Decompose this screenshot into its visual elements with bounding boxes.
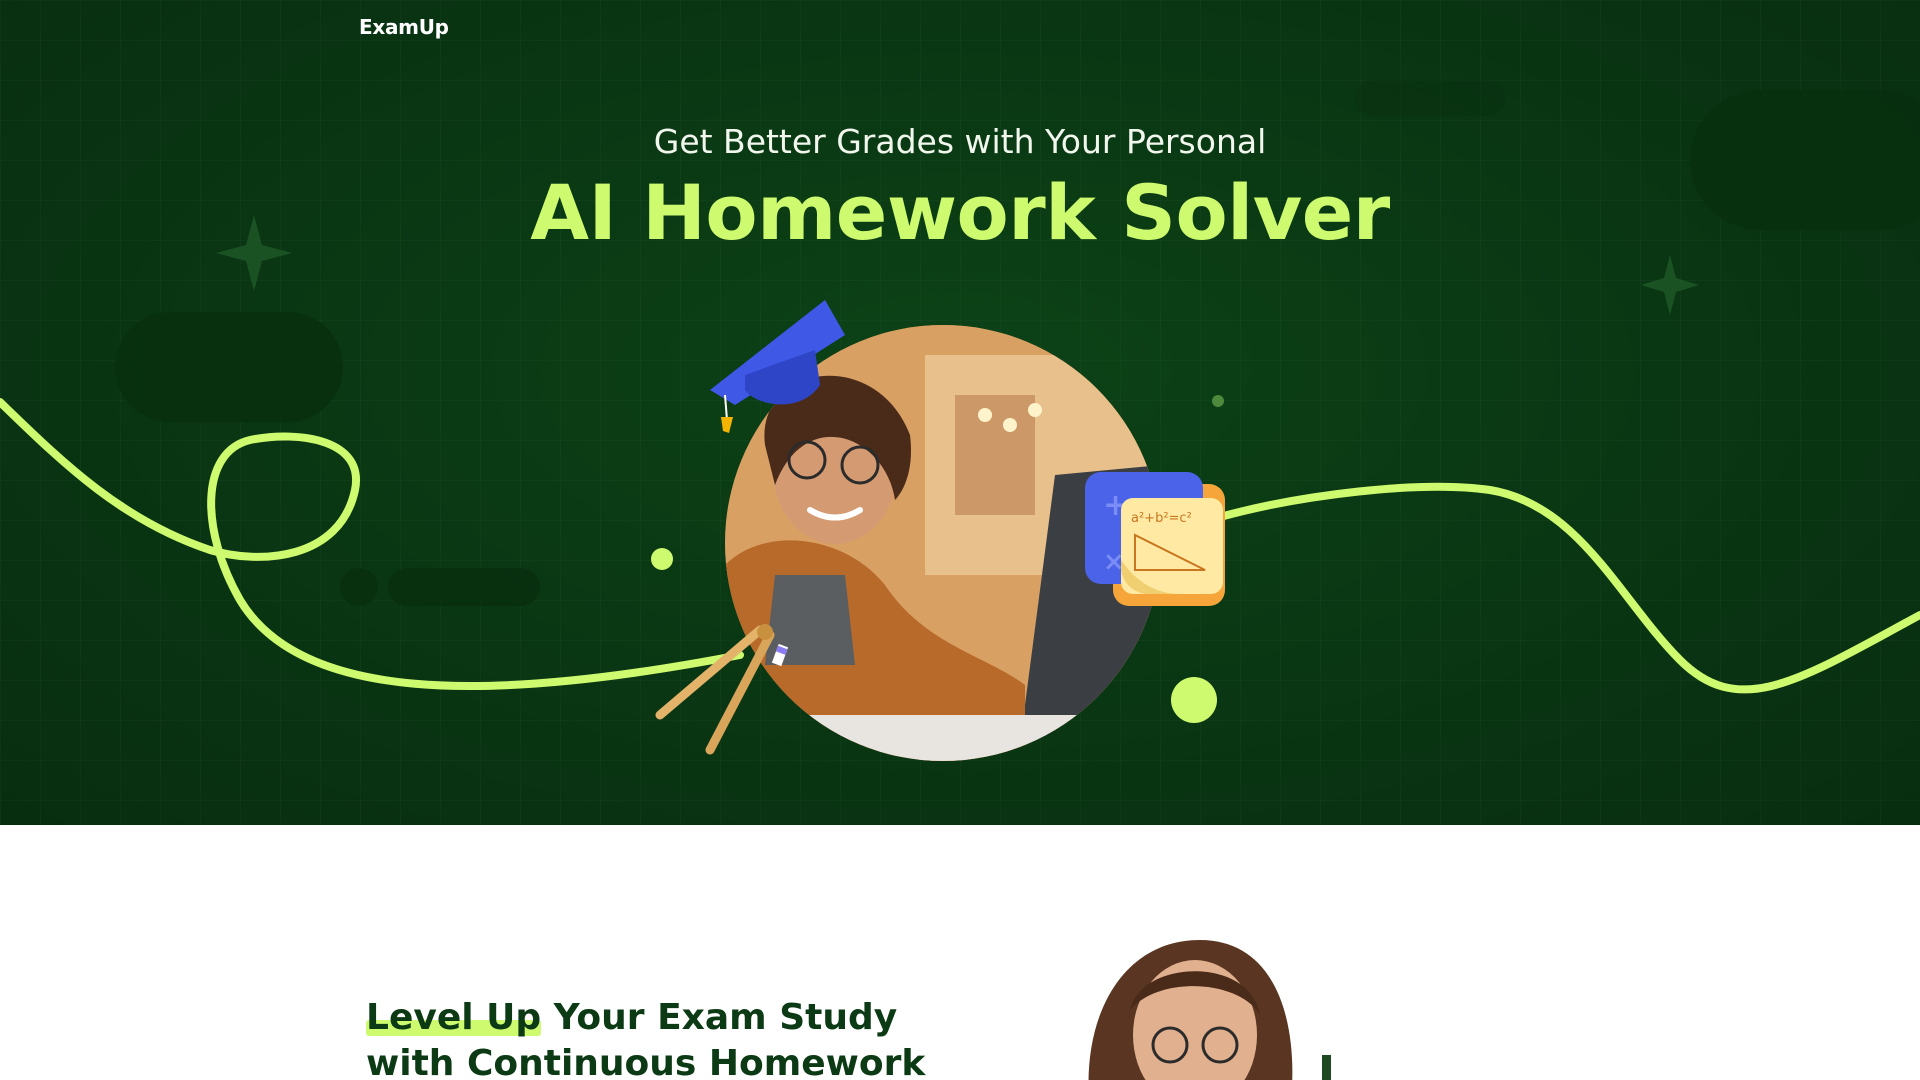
hero-subtitle: Get Better Grades with Your Personal [653,122,1267,161]
compass-icon [655,624,789,755]
squiggle-line-right [1216,482,1920,694]
heading-highlight: Level Up [366,997,542,1038]
heading-rest: Your Exam Study [541,997,898,1038]
dot-tiny-right [1212,395,1224,407]
girl-photo [1088,940,1293,1080]
green-accent-bar [1322,1055,1331,1080]
brand-logo[interactable]: ExamUp [359,15,449,39]
heading-line-2: with Continuous Homework [366,1043,926,1080]
logo-arrow-icon: Up [418,15,449,39]
dot-large-right [1171,677,1217,723]
section-heading: Level Up Your Exam Study with Continuous… [366,995,986,1080]
hero-title: AI Homework Solver [530,168,1390,257]
hero-section: + × a²+b²=c² ExamUp Get Better Grades wi… [0,0,1920,825]
math-card-icon: + × a²+b²=c² [1085,470,1230,615]
dot-small-left [651,548,673,570]
svg-text:a²+b²=c²: a²+b²=c² [1131,511,1192,526]
squiggle-line-left [0,398,744,690]
graduation-cap-icon [710,300,845,433]
